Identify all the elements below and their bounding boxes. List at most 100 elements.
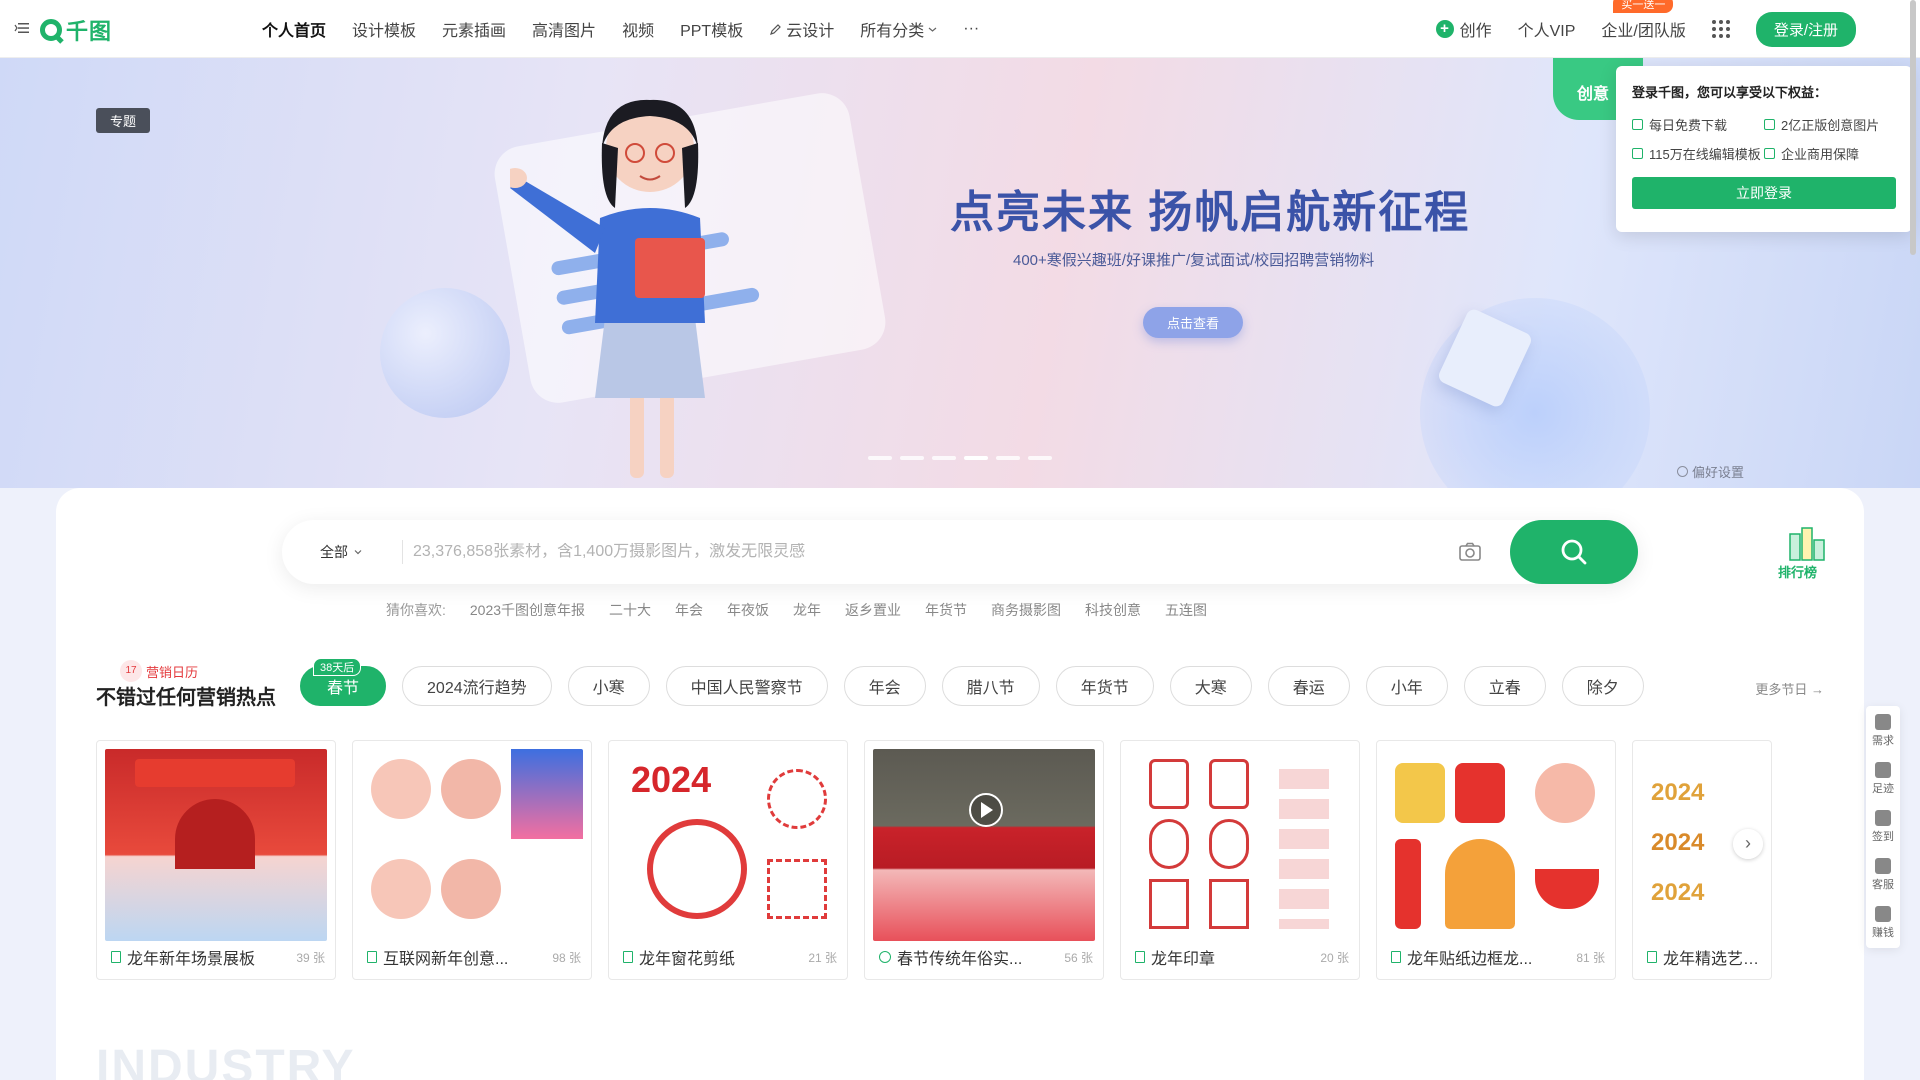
benefit-label: 每日免费下载	[1649, 118, 1728, 133]
festival-chip[interactable]: 年会	[843, 666, 926, 706]
carousel-dot[interactable]	[996, 456, 1020, 460]
download-icon	[1632, 119, 1643, 130]
login-now-button[interactable]: 立即登录	[1632, 177, 1896, 209]
main-nav: 个人首页 设计模板 元素插画 高清图片 视频 PPT模板 云设计 所有分类 ··…	[262, 0, 1005, 58]
bookmark-icon	[367, 951, 377, 963]
hot-word[interactable]: 科技创意	[1085, 600, 1141, 620]
carousel-dot-active[interactable]	[964, 456, 988, 460]
hot-word[interactable]: 年会	[675, 600, 703, 620]
benefit-item: 115万在线编辑模板	[1632, 144, 1764, 163]
apps-grid-icon[interactable]	[1711, 20, 1730, 38]
vip-link[interactable]: 个人VIP	[1518, 17, 1576, 41]
search-input[interactable]	[413, 543, 1458, 561]
hot-word[interactable]: 龙年	[793, 600, 821, 620]
chip-spring-festival[interactable]: 38天后 春节	[300, 658, 387, 706]
next-arrow-icon[interactable]: ›	[1733, 829, 1763, 859]
nav-home[interactable]: 个人首页	[262, 17, 326, 41]
nav-elements[interactable]: 元素插画	[442, 17, 506, 41]
festival-chip[interactable]: 腊八节	[941, 666, 1040, 706]
topic-card[interactable]: 互联网新年创意... 98 张	[352, 740, 592, 980]
card-footer: 龙年窗花剪纸 21 张	[623, 945, 837, 969]
benefit-item: 企业商用保障	[1764, 144, 1896, 163]
hot-word[interactable]: 年夜饭	[727, 600, 769, 620]
topic-card[interactable]: 龙年新年场景展板 39 张	[96, 740, 336, 980]
benefits-list: 每日免费下载 2亿正版创意图片 115万在线编辑模板 企业商用保障	[1632, 115, 1896, 163]
hot-word[interactable]: 五连图	[1165, 600, 1207, 620]
float-item-service[interactable]: 客服	[1872, 858, 1894, 892]
team-link[interactable]: 买一送一 企业/团队版	[1601, 0, 1686, 41]
more-festivals-link[interactable]: 更多节日 →	[1755, 679, 1824, 698]
ranking-label[interactable]: 排行榜	[1778, 562, 1817, 581]
topic-card[interactable]: 龙年印章 20 张	[1120, 740, 1360, 980]
benefit-item: 2亿正版创意图片	[1764, 115, 1896, 134]
float-item-earn[interactable]: 赚钱	[1872, 906, 1894, 940]
hot-word[interactable]: 商务摄影图	[991, 600, 1061, 620]
page-scrollbar[interactable]	[1910, 0, 1916, 255]
carousel-dot[interactable]	[932, 456, 956, 460]
search-category-select[interactable]: 全部	[320, 542, 392, 562]
nav-design-template[interactable]: 设计模板	[352, 17, 416, 41]
nav-cloud-design[interactable]: 云设计	[769, 17, 834, 41]
float-item-request[interactable]: 需求	[1872, 714, 1894, 748]
hot-word[interactable]: 二十大	[609, 600, 651, 620]
bookmark-icon	[111, 951, 121, 963]
nav-all-categories[interactable]: 所有分类	[860, 17, 937, 41]
bookmark-icon	[1391, 951, 1401, 963]
carousel-dot[interactable]	[1028, 456, 1052, 460]
float-label: 签到	[1872, 831, 1894, 843]
logo-text: 千图	[66, 19, 113, 44]
login-register-button[interactable]: 登录/注册	[1755, 11, 1856, 47]
chevron-down-icon	[928, 27, 937, 32]
camera-icon[interactable]	[1458, 540, 1482, 564]
hot-word[interactable]: 2023千图创意年报	[470, 600, 585, 620]
calendar-check-icon	[1875, 810, 1891, 826]
festival-chip[interactable]: 中国人民警察节	[665, 666, 828, 706]
festival-chip[interactable]: 立春	[1463, 666, 1546, 706]
nav-more-button[interactable]: ···	[963, 20, 979, 38]
festival-chip[interactable]: 小寒	[567, 666, 650, 706]
card-title: 龙年新年场景展板	[127, 951, 256, 968]
festival-chip[interactable]: 2024流行趋势	[402, 666, 552, 706]
create-button[interactable]: + 创作	[1435, 17, 1492, 41]
logo[interactable]: 千图	[40, 14, 112, 46]
hot-word[interactable]: 返乡置业	[845, 600, 901, 620]
float-item-checkin[interactable]: 签到	[1872, 810, 1894, 844]
create-label: 创作	[1459, 23, 1492, 40]
preference-settings[interactable]: 偏好设置	[1676, 462, 1744, 481]
festival-chips: 38天后 春节 2024流行趋势 小寒 中国人民警察节 年会 腊八节 年货节 大…	[300, 658, 1644, 706]
hero-view-button[interactable]: 点击查看	[1143, 307, 1244, 338]
days-badge: 38天后	[313, 658, 362, 676]
topic-card[interactable]: 春节传统年俗实... 56 张	[864, 740, 1104, 980]
topic-cards: 龙年新年场景展板 39 张 互联网新年创意... 98 张 2024 龙年窗花剪…	[96, 740, 1824, 984]
bookmark-icon	[623, 951, 633, 963]
topic-card[interactable]: 2024 龙年窗花剪纸 21 张	[608, 740, 848, 980]
float-item-history[interactable]: 足迹	[1872, 762, 1894, 796]
search-icon	[1561, 539, 1587, 565]
team-label: 企业/团队版	[1601, 23, 1686, 40]
image-icon	[1764, 119, 1775, 130]
nav-photos[interactable]: 高清图片	[532, 17, 596, 41]
float-label: 赚钱	[1872, 927, 1894, 939]
nav-video[interactable]: 视频	[622, 17, 654, 41]
festival-chip[interactable]: 年货节	[1055, 666, 1154, 706]
card-footer: 互联网新年创意... 98 张	[367, 945, 581, 969]
carousel-dot[interactable]	[900, 456, 924, 460]
preference-label: 偏好设置	[1691, 465, 1744, 480]
nav-cloud-design-label: 云设计	[786, 23, 835, 40]
festival-chip[interactable]: 除夕	[1561, 666, 1644, 706]
card-title: 龙年精选艺术字	[1663, 951, 1761, 968]
hot-word[interactable]: 年货节	[925, 600, 967, 620]
topic-card[interactable]: 2024 2024 2024 › 龙年精选艺术字	[1632, 740, 1772, 980]
footprint-icon	[1875, 762, 1891, 778]
menu-icon[interactable]	[14, 20, 30, 36]
festival-chip[interactable]: 小年	[1365, 666, 1448, 706]
festival-chip[interactable]: 大寒	[1169, 666, 1252, 706]
nav-ppt[interactable]: PPT模板	[680, 17, 743, 41]
search-button[interactable]	[1510, 520, 1638, 584]
topic-card[interactable]: 龙年贴纸边框龙... 81 张	[1376, 740, 1616, 980]
benefit-label: 2亿正版创意图片	[1781, 118, 1880, 133]
headset-icon	[1875, 858, 1891, 874]
clipboard-icon	[1875, 714, 1891, 730]
festival-chip[interactable]: 春运	[1267, 666, 1350, 706]
carousel-dot[interactable]	[868, 456, 892, 460]
